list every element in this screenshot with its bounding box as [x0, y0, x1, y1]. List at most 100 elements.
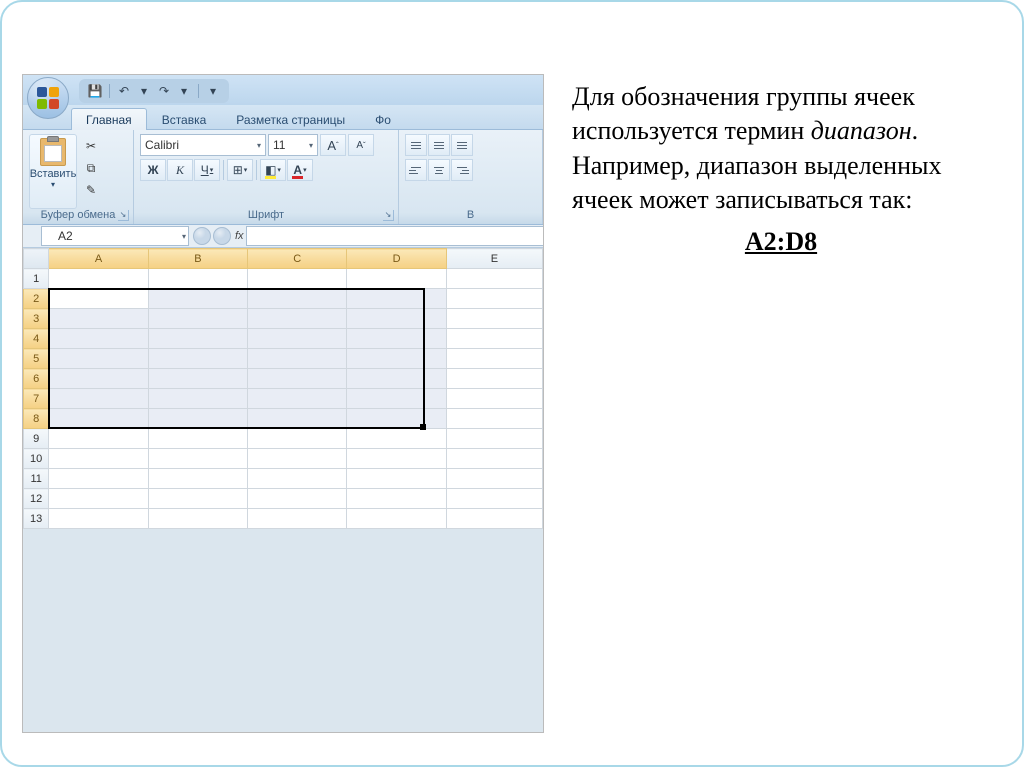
- group-align-label: В: [405, 209, 536, 223]
- cell[interactable]: [148, 369, 247, 389]
- bold-button[interactable]: Ж: [140, 159, 166, 181]
- cell[interactable]: [248, 349, 347, 369]
- tab-page-layout[interactable]: Разметка страницы: [221, 108, 360, 130]
- cell[interactable]: [446, 329, 542, 349]
- office-button[interactable]: [27, 77, 69, 119]
- cell[interactable]: [446, 369, 542, 389]
- row-header[interactable]: 8: [24, 409, 49, 429]
- row-header[interactable]: 6: [24, 369, 49, 389]
- cell[interactable]: [148, 349, 247, 369]
- cell[interactable]: [148, 409, 247, 429]
- cell[interactable]: [148, 329, 247, 349]
- cell[interactable]: [347, 389, 446, 409]
- fill-color-button[interactable]: ◧▾: [260, 159, 286, 181]
- cell[interactable]: [49, 389, 148, 409]
- col-header[interactable]: E: [446, 249, 542, 269]
- cell[interactable]: [446, 389, 542, 409]
- cell[interactable]: [49, 329, 148, 349]
- cell[interactable]: [446, 309, 542, 329]
- paste-dropdown-icon[interactable]: ▾: [51, 180, 55, 189]
- cell[interactable]: [49, 349, 148, 369]
- cell[interactable]: [49, 289, 148, 309]
- italic-button[interactable]: К: [167, 159, 193, 181]
- undo-icon[interactable]: ↶: [116, 83, 132, 99]
- cell[interactable]: [446, 289, 542, 309]
- tab-formulas[interactable]: Фо: [360, 108, 406, 130]
- name-box[interactable]: A2▾: [41, 226, 189, 246]
- undo-dd[interactable]: ▾: [136, 83, 152, 99]
- format-painter-icon[interactable]: ✎: [81, 180, 101, 200]
- cell[interactable]: [248, 409, 347, 429]
- font-dialog-launcher-icon[interactable]: ↘: [383, 210, 394, 221]
- cell[interactable]: [148, 309, 247, 329]
- row-header[interactable]: 4: [24, 329, 49, 349]
- shrink-font-button[interactable]: Aˇ: [348, 134, 374, 156]
- row-header[interactable]: 11: [24, 469, 49, 489]
- align-center-button[interactable]: [428, 159, 450, 181]
- row-header[interactable]: 10: [24, 449, 49, 469]
- font-size-combo[interactable]: 11▾: [268, 134, 318, 156]
- cell[interactable]: [347, 409, 446, 429]
- cell[interactable]: [446, 349, 542, 369]
- align-right-button[interactable]: [451, 159, 473, 181]
- tab-home[interactable]: Главная: [71, 108, 147, 130]
- cell[interactable]: [347, 309, 446, 329]
- font-name-combo[interactable]: Calibri▾: [140, 134, 266, 156]
- font-color-button[interactable]: A▾: [287, 159, 313, 181]
- grow-font-button[interactable]: Aˆ: [320, 134, 346, 156]
- cell[interactable]: [248, 289, 347, 309]
- cancel-button[interactable]: [193, 227, 211, 245]
- borders-button[interactable]: ⊞▾: [227, 159, 253, 181]
- enter-button[interactable]: [213, 227, 231, 245]
- row-header[interactable]: 3: [24, 309, 49, 329]
- align-bottom-button[interactable]: [451, 134, 473, 156]
- titlebar: 💾 ↶ ▾ ↷ ▾ ▾: [23, 75, 543, 105]
- select-all-corner[interactable]: [24, 249, 49, 269]
- row-header[interactable]: 5: [24, 349, 49, 369]
- cell[interactable]: [446, 409, 542, 429]
- col-header[interactable]: A: [49, 249, 148, 269]
- underline-button[interactable]: Ч▾: [194, 159, 220, 181]
- explanation-text: Для обозначения группы ячеек используетс…: [572, 74, 990, 733]
- cell[interactable]: [347, 289, 446, 309]
- cell[interactable]: [148, 289, 247, 309]
- redo-icon[interactable]: ↷: [156, 83, 172, 99]
- row-header[interactable]: 7: [24, 389, 49, 409]
- fx-icon[interactable]: fx: [235, 230, 244, 242]
- redo-dd[interactable]: ▾: [176, 83, 192, 99]
- row-header[interactable]: 1: [24, 269, 49, 289]
- row-header[interactable]: 9: [24, 429, 49, 449]
- paste-button[interactable]: Вставить ▾: [29, 134, 77, 209]
- col-header[interactable]: C: [248, 249, 347, 269]
- row-header[interactable]: 12: [24, 489, 49, 509]
- cell[interactable]: [49, 309, 148, 329]
- cell[interactable]: [347, 349, 446, 369]
- clipboard-dialog-launcher-icon[interactable]: ↘: [118, 210, 129, 221]
- cell[interactable]: [248, 309, 347, 329]
- cell[interactable]: [248, 369, 347, 389]
- cell[interactable]: [347, 369, 446, 389]
- qat-customize-icon[interactable]: ▾: [205, 83, 221, 99]
- cut-icon[interactable]: ✂: [81, 136, 101, 156]
- row-header[interactable]: 2: [24, 289, 49, 309]
- row-header[interactable]: 13: [24, 509, 49, 529]
- copy-icon[interactable]: ⧉: [81, 158, 101, 178]
- align-left-button[interactable]: [405, 159, 427, 181]
- spreadsheet-grid[interactable]: A B C D E 1 2 3 4 5 6 7 8 9 10 11 12 13: [23, 248, 543, 529]
- align-middle-button[interactable]: [428, 134, 450, 156]
- cell[interactable]: [248, 329, 347, 349]
- slide: 💾 ↶ ▾ ↷ ▾ ▾ Главная Вставка Разметка стр…: [22, 74, 990, 733]
- save-icon[interactable]: 💾: [87, 83, 103, 99]
- align-top-button[interactable]: [405, 134, 427, 156]
- chevron-down-icon: ▾: [182, 232, 188, 241]
- cell[interactable]: [49, 369, 148, 389]
- cell[interactable]: [148, 389, 247, 409]
- cell[interactable]: [248, 389, 347, 409]
- ribbon-tabs: Главная Вставка Разметка страницы Фо: [23, 105, 543, 130]
- cell[interactable]: [49, 409, 148, 429]
- col-header[interactable]: B: [148, 249, 247, 269]
- col-header[interactable]: D: [347, 249, 446, 269]
- formula-input[interactable]: [246, 226, 544, 246]
- tab-insert[interactable]: Вставка: [147, 108, 222, 130]
- cell[interactable]: [347, 329, 446, 349]
